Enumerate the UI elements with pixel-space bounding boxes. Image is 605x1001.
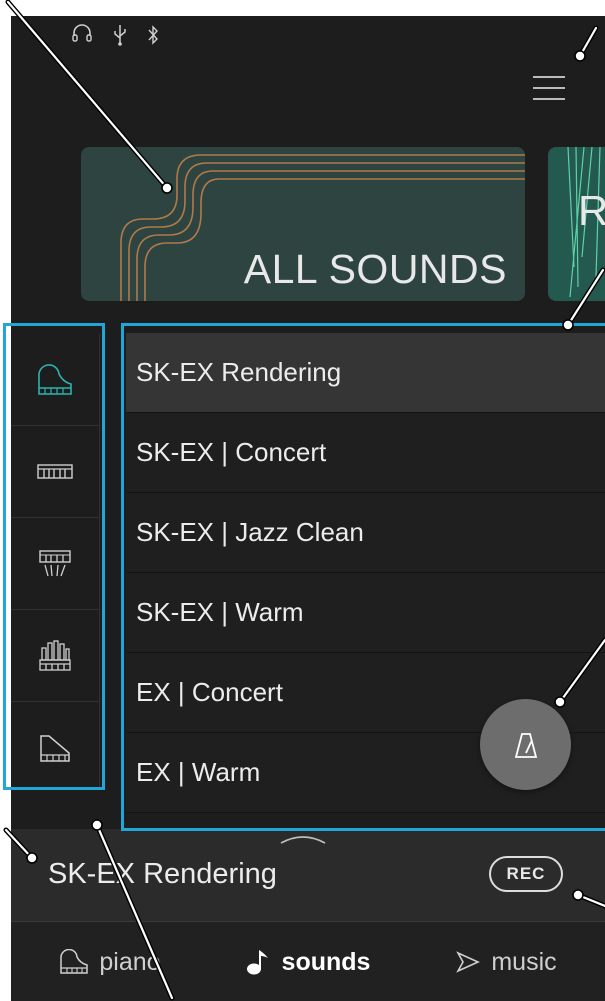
sound-item[interactable]: SK-EX | Concert [126, 413, 605, 493]
sound-item[interactable]: SK-EX | Jazz Clean [126, 493, 605, 573]
now-playing-bar[interactable]: SK-EX Rendering REC [11, 829, 605, 921]
tab-sounds[interactable]: sounds [209, 922, 407, 1001]
metronome-button[interactable] [480, 699, 571, 790]
category-harpsichord[interactable] [11, 518, 99, 610]
music-note-icon [246, 950, 268, 975]
recent-sounds-card[interactable]: R [548, 147, 605, 301]
piano-icon [60, 949, 89, 974]
play-icon [456, 951, 481, 973]
app-screen: ALL SOUNDS R SK-EX Rendering SK-EX | Con… [11, 16, 605, 1001]
headphones-icon [72, 24, 92, 42]
sound-item[interactable]: SK-EX | Warm [126, 573, 605, 653]
category-sidebar [11, 334, 100, 790]
category-organ[interactable] [11, 610, 99, 702]
status-bar [71, 24, 159, 46]
now-playing-title: SK-EX Rendering [48, 858, 277, 890]
metronome-icon [514, 732, 537, 758]
bluetooth-icon [148, 25, 158, 45]
upright-piano-icon [40, 734, 70, 762]
sound-item[interactable]: SK-EX Rendering [126, 333, 605, 413]
tab-piano-label: piano [99, 947, 161, 976]
all-sounds-label: ALL SOUNDS [243, 246, 507, 292]
rec-button[interactable]: REC [489, 856, 563, 892]
category-electric-piano[interactable] [11, 426, 99, 518]
organ-icon [39, 639, 71, 671]
category-grand-piano[interactable] [11, 334, 99, 426]
hamburger-menu-icon[interactable] [533, 76, 569, 106]
recent-sounds-label: R [578, 187, 605, 234]
grand-piano-icon [38, 363, 72, 395]
tab-music-label: music [491, 947, 557, 976]
chevron-up-icon[interactable] [278, 829, 328, 847]
tab-music[interactable]: music [407, 922, 605, 1001]
tab-sounds-label: sounds [281, 947, 371, 976]
harpsichord-icon [39, 549, 71, 576]
electric-piano-icon [37, 463, 73, 479]
usb-icon [114, 25, 126, 46]
tab-piano[interactable]: piano [11, 922, 209, 1001]
bottom-tab-bar: piano sounds music [11, 921, 605, 1001]
category-upright-piano[interactable] [11, 702, 99, 793]
all-sounds-card[interactable]: ALL SOUNDS [81, 147, 525, 301]
